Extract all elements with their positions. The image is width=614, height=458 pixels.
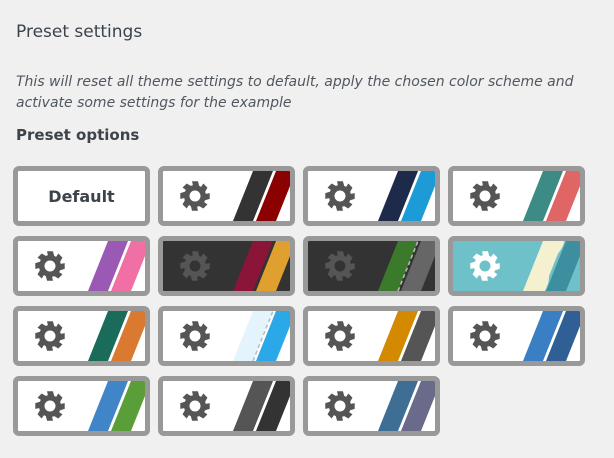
gear-icon [325, 181, 355, 211]
preset-option-7[interactable] [303, 236, 440, 296]
preset-swatch [325, 381, 435, 431]
preset-option-13[interactable] [13, 376, 150, 436]
preset-option-10[interactable] [158, 306, 295, 366]
preset-option-15[interactable] [303, 376, 440, 436]
preset-option-12[interactable] [448, 306, 585, 366]
gear-icon [180, 181, 210, 211]
preset-grid: Default [13, 166, 585, 436]
gear-icon [325, 251, 355, 281]
preset-swatch [470, 241, 580, 291]
page-title: Preset settings [16, 22, 143, 42]
preset-description: This will reset all theme settings to de… [16, 74, 574, 111]
preset-default-label: Default [48, 186, 115, 206]
preset-swatch [470, 311, 580, 361]
preset-swatch [180, 311, 290, 361]
preset-swatch [180, 381, 290, 431]
preset-options-title: Preset options [16, 126, 140, 144]
gear-icon [180, 321, 210, 351]
preset-swatch [180, 171, 290, 221]
gear-icon [325, 321, 355, 351]
preset-swatch [180, 241, 290, 291]
preset-option-2[interactable] [158, 166, 295, 226]
preset-swatch [325, 171, 435, 221]
preset-option-14[interactable] [158, 376, 295, 436]
preset-option-6[interactable] [158, 236, 295, 296]
gear-icon [470, 321, 500, 351]
gear-icon [35, 251, 65, 281]
preset-option-1[interactable]: Default [13, 166, 150, 226]
gear-icon [35, 391, 65, 421]
preset-swatch [325, 311, 435, 361]
preset-option-3[interactable] [303, 166, 440, 226]
gear-icon [470, 251, 500, 281]
gear-icon [180, 391, 210, 421]
preset-option-4[interactable] [448, 166, 585, 226]
preset-option-9[interactable] [13, 306, 150, 366]
preset-option-8[interactable] [448, 236, 585, 296]
preset-swatch [470, 171, 580, 221]
gear-icon [35, 321, 65, 351]
preset-swatch [35, 381, 145, 431]
gear-icon [470, 181, 500, 211]
gear-icon [325, 391, 355, 421]
preset-swatch [35, 311, 145, 361]
preset-swatch [35, 241, 145, 291]
gear-icon [180, 251, 210, 281]
preset-swatch [325, 241, 435, 291]
preset-option-11[interactable] [303, 306, 440, 366]
preset-option-5[interactable] [13, 236, 150, 296]
